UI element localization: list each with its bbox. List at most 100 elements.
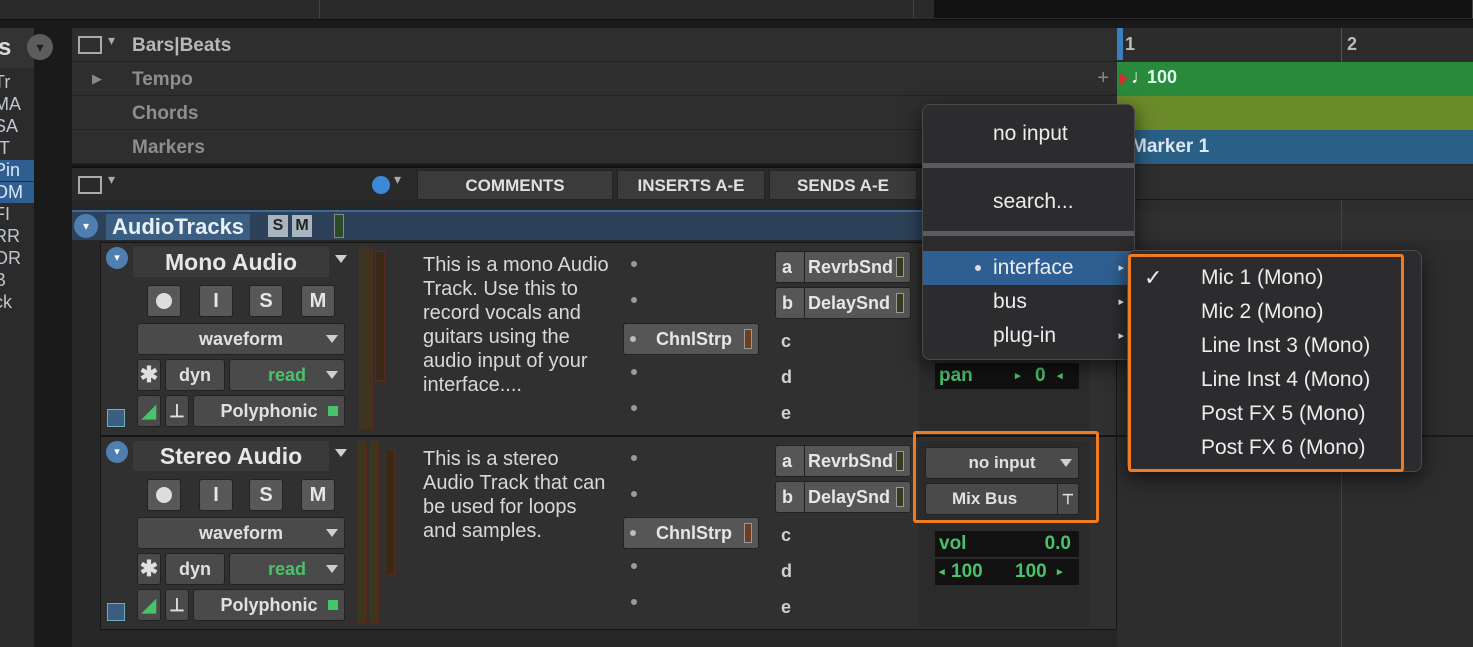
- volume-control[interactable]: vol 0.0: [935, 531, 1079, 557]
- playhead-marker[interactable]: [1117, 28, 1123, 60]
- track-list-item[interactable]: tT: [0, 138, 34, 159]
- pan-control[interactable]: ◂ 100 100 ▸: [935, 559, 1079, 585]
- track-options-icon[interactable]: ▾: [106, 247, 128, 269]
- dynamic-track-button[interactable]: dyn: [165, 359, 225, 391]
- record-arm-button[interactable]: [147, 285, 181, 317]
- insert-name: ChnlStrp: [656, 523, 732, 543]
- elastic-mode-selector[interactable]: Polyphonic: [193, 589, 345, 621]
- track-list-item[interactable]: Tr: [0, 72, 34, 93]
- timebase-icon[interactable]: ⊥: [165, 395, 189, 427]
- toolbar-segment: [0, 0, 320, 18]
- track-list-item[interactable]: ck: [0, 292, 34, 313]
- insert-slot-empty[interactable]: [631, 599, 637, 605]
- track-list-item-selected[interactable]: Pin: [0, 160, 34, 181]
- track-list-item[interactable]: FI: [0, 204, 34, 225]
- menu-item-plug-in[interactable]: plug-in ▸: [923, 319, 1134, 353]
- marker-label[interactable]: Marker 1: [1131, 136, 1209, 158]
- track-name[interactable]: Stereo Audio: [133, 441, 329, 471]
- input-monitor-button[interactable]: I: [199, 285, 233, 317]
- send-slot-e[interactable]: e: [781, 597, 791, 618]
- elastic-mode-selector[interactable]: Polyphonic: [193, 395, 345, 427]
- ruler-label: Bars|Beats: [132, 35, 232, 56]
- track-list-item-selected[interactable]: OM: [0, 182, 34, 203]
- ruler-bars-beats[interactable]: ▾ Bars|Beats: [72, 28, 1117, 62]
- collapse-folder-icon[interactable]: ▾: [74, 214, 98, 238]
- chevron-down-icon[interactable]: [335, 255, 347, 263]
- track-list-item[interactable]: MA: [0, 94, 34, 115]
- track-list-item[interactable]: B: [0, 270, 34, 291]
- track-list-menu-button[interactable]: ▾: [27, 34, 53, 60]
- insert-slot-empty[interactable]: [631, 455, 637, 461]
- insert-slot-empty[interactable]: [631, 563, 637, 569]
- record-arm-button[interactable]: [147, 479, 181, 511]
- track-stereo-audio[interactable]: ▾ Stereo Audio I S M waveform ✱ dyn read…: [100, 431, 1117, 630]
- pan-label: pan: [939, 365, 973, 386]
- timebase-icon[interactable]: ⊥: [165, 589, 189, 621]
- send-slot-d[interactable]: d: [781, 367, 792, 388]
- track-list-item[interactable]: OR: [0, 248, 34, 269]
- markers-lane[interactable]: Marker 1: [1117, 130, 1473, 164]
- send-slot-b[interactable]: b DelaySnd: [775, 287, 911, 319]
- input-popup-menu: no input search... interface ▸ bus ▸ plug…: [922, 104, 1135, 360]
- ruler-tempo[interactable]: ▶ Tempo +: [72, 62, 1117, 96]
- track-list-item[interactable]: SA: [0, 116, 34, 137]
- mute-button[interactable]: M: [301, 285, 335, 317]
- automation-mode-selector[interactable]: read: [229, 553, 345, 585]
- track-comment[interactable]: This is a stereo Audio Track that can be…: [423, 447, 613, 543]
- folder-solo-button[interactable]: S: [268, 215, 288, 237]
- track-view-selector[interactable]: waveform: [137, 323, 345, 355]
- ruler-view-icon[interactable]: [78, 36, 102, 54]
- insert-slot-empty[interactable]: [631, 261, 637, 267]
- dynamic-track-button[interactable]: dyn: [165, 553, 225, 585]
- column-header-comments[interactable]: COMMENTS: [417, 170, 613, 200]
- automation-mode-selector[interactable]: read: [229, 359, 345, 391]
- send-slot-e[interactable]: e: [781, 403, 791, 424]
- pan-control[interactable]: pan ▸ 0 ◂: [935, 363, 1079, 389]
- solo-button[interactable]: S: [249, 479, 283, 511]
- mute-button[interactable]: M: [301, 479, 335, 511]
- insert-slot-empty[interactable]: [631, 405, 637, 411]
- folder-mute-button[interactable]: M: [292, 215, 312, 237]
- insert-slot-empty[interactable]: [631, 491, 637, 497]
- add-tempo-icon[interactable]: +: [1097, 67, 1109, 90]
- elastic-audio-icon[interactable]: ◢: [137, 589, 161, 621]
- tempo-lane[interactable]: ♩ 100: [1117, 62, 1473, 96]
- insert-slot-empty[interactable]: [631, 297, 637, 303]
- menu-item-bus[interactable]: bus ▸: [923, 285, 1134, 319]
- record-icon: [156, 487, 172, 503]
- edit-window-view-icon[interactable]: [78, 176, 102, 194]
- snowflake-icon[interactable]: ✱: [137, 553, 161, 585]
- elastic-audio-icon[interactable]: ◢: [137, 395, 161, 427]
- track-comment[interactable]: This is a mono Audio Track. Use this to …: [423, 253, 613, 397]
- insert-slot[interactable]: ChnlStrp: [623, 517, 759, 549]
- track-list-item[interactable]: RR: [0, 226, 34, 247]
- solo-button[interactable]: S: [249, 285, 283, 317]
- send-slot-c[interactable]: c: [781, 525, 791, 546]
- bar-ruler[interactable]: 1 2: [1117, 28, 1473, 62]
- insert-slot-empty[interactable]: [631, 369, 637, 375]
- send-slot-a[interactable]: a RevrbSnd: [775, 251, 911, 283]
- track-options-icon[interactable]: ▾: [106, 441, 128, 463]
- send-slot-b[interactable]: b DelaySnd: [775, 481, 911, 513]
- menu-item-search[interactable]: search...: [923, 185, 1134, 219]
- send-slot-a[interactable]: a RevrbSnd: [775, 445, 911, 477]
- chords-lane[interactable]: [1117, 96, 1473, 130]
- column-header-sends[interactable]: SENDS A-E: [769, 170, 917, 200]
- menu-item-interface[interactable]: interface ▸: [923, 251, 1134, 285]
- send-slot-c[interactable]: c: [781, 331, 791, 352]
- column-header-inserts[interactable]: INSERTS A-E: [617, 170, 765, 200]
- track-name[interactable]: Mono Audio: [133, 247, 329, 277]
- tempo-marker-icon[interactable]: [1119, 72, 1128, 86]
- pan-left-value: 100: [951, 561, 983, 582]
- chevron-down-icon[interactable]: [335, 449, 347, 457]
- input-monitor-button[interactable]: I: [199, 479, 233, 511]
- track-view-selector[interactable]: waveform: [137, 517, 345, 549]
- chevron-down-icon: ▾: [108, 32, 116, 48]
- snowflake-icon[interactable]: ✱: [137, 359, 161, 391]
- track-color-icon[interactable]: [372, 176, 390, 194]
- insert-slot[interactable]: ChnlStrp: [623, 323, 759, 355]
- send-slot-d[interactable]: d: [781, 561, 792, 582]
- folder-name[interactable]: AudioTracks: [106, 214, 251, 240]
- menu-item-no-input[interactable]: no input: [923, 117, 1134, 151]
- expand-triangle-icon[interactable]: ▶: [92, 71, 102, 87]
